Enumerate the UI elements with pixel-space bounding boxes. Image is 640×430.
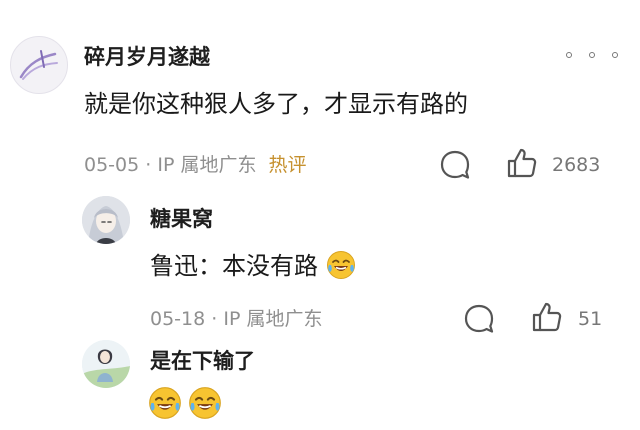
- moon-logo-icon: [19, 50, 58, 80]
- meta-separator: ·: [145, 154, 152, 176]
- comment-date: 05-05: [84, 154, 140, 176]
- comment-text: 就是你这种狠人多了，才显示有路的: [84, 90, 468, 118]
- like-count: 51: [578, 308, 603, 330]
- like-count: 2683: [552, 154, 601, 176]
- thumbs-up-icon[interactable]: [505, 146, 539, 180]
- hot-comment-badge: 热评: [268, 154, 307, 176]
- reply-emoji-row: [148, 386, 222, 420]
- illustration-avatar-icon: [82, 340, 130, 388]
- reply-comment-icon[interactable]: [438, 148, 472, 182]
- laughing-crying-emoji-icon: [326, 251, 355, 279]
- laughing-crying-emoji-icon: [189, 387, 221, 419]
- reply-text: 鲁迅：本没有路: [150, 250, 356, 282]
- avatar[interactable]: [82, 196, 130, 244]
- ip-location: IP 属地广东: [157, 154, 257, 176]
- anime-avatar-icon: [82, 196, 130, 244]
- reply-text-content: 鲁迅：本没有路: [150, 252, 318, 280]
- more-options-button[interactable]: [566, 44, 618, 66]
- reply-username[interactable]: 是在下输了: [150, 348, 255, 374]
- reply-comment-icon[interactable]: [462, 302, 496, 336]
- more-dot: [612, 52, 618, 58]
- comment-meta: 05-05 · IP 属地广东 热评: [84, 153, 307, 177]
- reply-date: 05-18: [150, 308, 206, 330]
- ip-location: IP 属地广东: [223, 308, 323, 330]
- laughing-crying-emoji-icon: [149, 387, 181, 419]
- more-dots-icon: [566, 52, 572, 58]
- thumbs-up-icon[interactable]: [530, 300, 564, 334]
- comment-username[interactable]: 碎月岁月遂越: [84, 44, 210, 70]
- avatar[interactable]: [82, 340, 130, 388]
- meta-separator: ·: [211, 308, 218, 330]
- reply-username[interactable]: 糖果窝: [150, 206, 213, 232]
- avatar[interactable]: [10, 36, 68, 94]
- more-dot: [589, 52, 595, 58]
- reply-meta: 05-18 · IP 属地广东: [150, 307, 322, 331]
